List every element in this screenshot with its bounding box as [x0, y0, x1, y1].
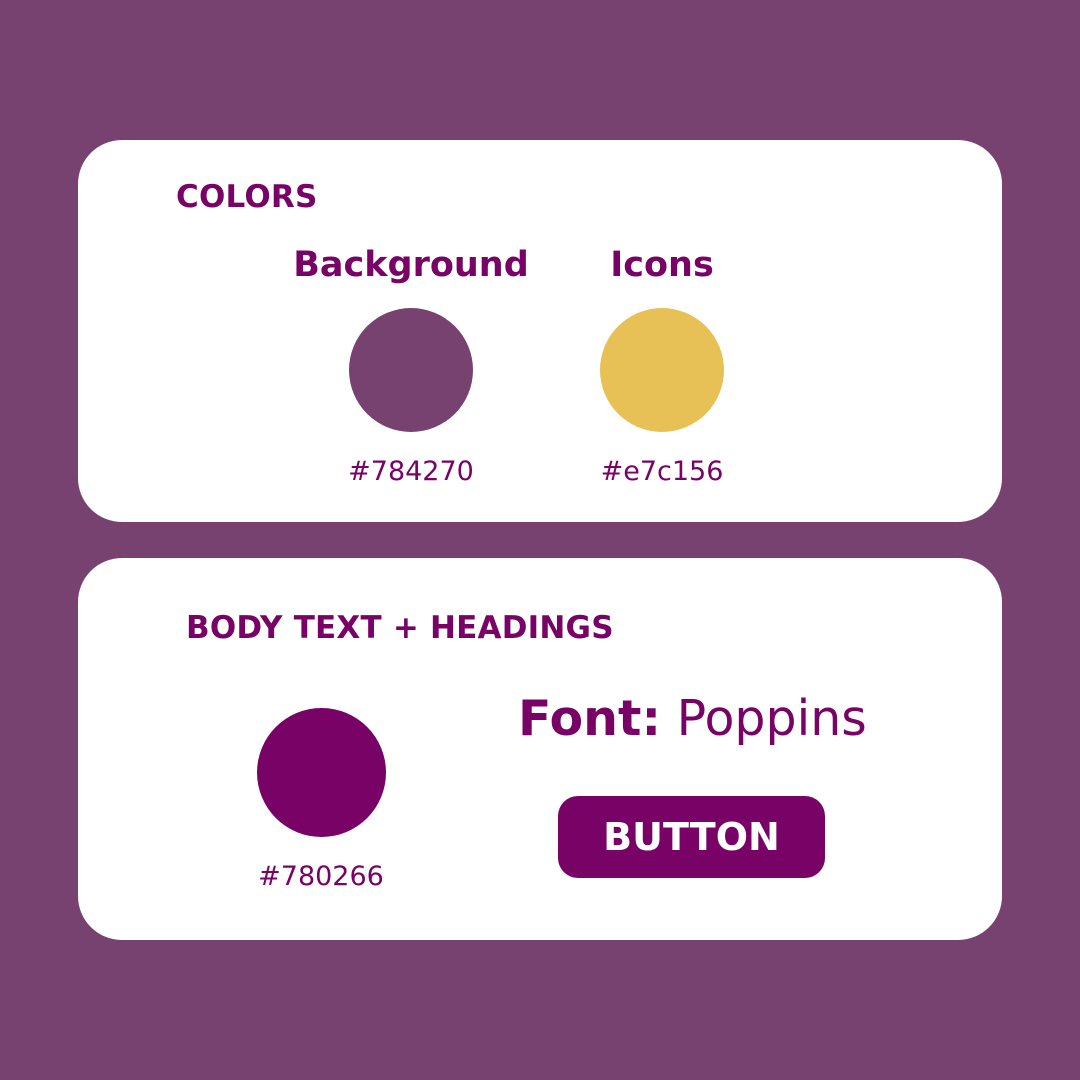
- typography-section-title: BODY TEXT + HEADINGS: [186, 610, 614, 646]
- background-hex-code: #784270: [348, 456, 474, 487]
- font-info: Font: Poppins: [518, 694, 867, 743]
- typography-card: BODY TEXT + HEADINGS #780266 Font: Poppi…: [78, 558, 1002, 940]
- text-hex-code: #780266: [258, 861, 384, 892]
- background-color-swatch: [349, 308, 473, 432]
- colors-section-title: COLORS: [176, 179, 318, 215]
- text-color-swatch: [257, 708, 386, 837]
- font-name: Poppins: [676, 690, 867, 747]
- icons-swatch-label: Icons: [610, 245, 714, 285]
- font-label: Font:: [518, 690, 662, 747]
- icons-color-swatch: [600, 308, 724, 432]
- sample-button[interactable]: BUTTON: [558, 796, 825, 878]
- icons-hex-code: #e7c156: [600, 456, 724, 487]
- palette-page: { "colors": { "title": "COLORS", "swatch…: [0, 0, 1080, 1080]
- background-swatch-label: Background: [293, 245, 529, 285]
- colors-card: COLORS Background #784270 Icons #e7c156: [78, 140, 1002, 522]
